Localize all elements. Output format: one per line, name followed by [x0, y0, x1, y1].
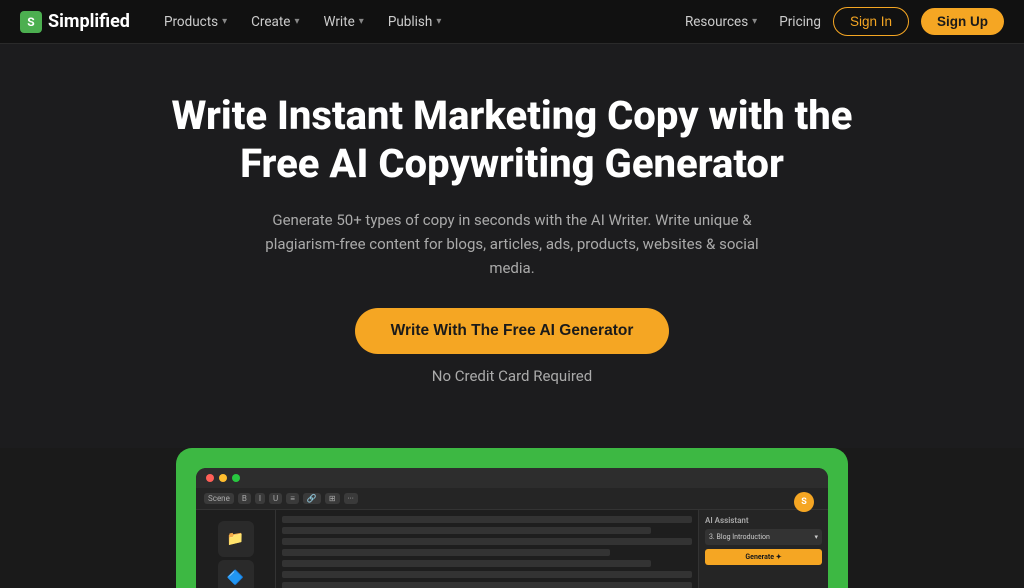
toolbar-more-btn[interactable]: ···: [344, 493, 358, 504]
logo-icon: S: [20, 11, 42, 33]
hero-section: Write Instant Marketing Copy with the Fr…: [0, 44, 1024, 448]
app-icon: S: [794, 492, 814, 512]
sidebar-projects-icon[interactable]: 📁: [218, 521, 254, 557]
nav-right: Resources ▾ Pricing Sign In Sign Up: [675, 7, 1004, 36]
window-minimize-dot: [219, 474, 227, 482]
nav-item-products[interactable]: Products ▾: [154, 8, 237, 36]
signup-button[interactable]: Sign Up: [921, 8, 1004, 35]
editor-line: [282, 549, 610, 556]
chevron-down-icon: ▾: [752, 16, 757, 27]
nav-item-pricing[interactable]: Pricing: [779, 14, 821, 30]
window-close-dot: [206, 474, 214, 482]
toolbar-img-btn[interactable]: ⊞: [325, 493, 340, 504]
nav-items: Products ▾ Create ▾ Write ▾ Publish ▾: [154, 8, 451, 36]
sidebar-panel: 📁 🔷 🖼 🔍 check plans: [196, 510, 276, 588]
ai-generate-button[interactable]: Generate ✦: [705, 549, 822, 565]
editor-line: [282, 538, 692, 545]
window-maximize-dot: [232, 474, 240, 482]
hero-heading: Write Instant Marketing Copy with the Fr…: [162, 92, 862, 188]
chevron-down-icon: ▾: [814, 533, 818, 541]
nav-item-create[interactable]: Create ▾: [241, 8, 309, 36]
sidebar-assets-icon[interactable]: 🔷: [218, 560, 254, 588]
editor-line: [282, 516, 692, 523]
chevron-down-icon: ▾: [294, 16, 299, 27]
toolbar-link-btn[interactable]: 🔗: [303, 493, 321, 504]
chevron-down-icon: ▾: [359, 16, 364, 27]
cta-button[interactable]: Write With The Free AI Generator: [355, 308, 670, 354]
ai-assistant-panel: AI Assistant 3. Blog Introduction ▾ Gene…: [698, 510, 828, 588]
toolbar-u-btn[interactable]: U: [269, 493, 282, 504]
nav-item-write[interactable]: Write ▾: [314, 8, 374, 36]
toolbar-align-btn[interactable]: ≡: [286, 493, 299, 504]
app-preview-section: Scene B I U ≡ 🔗 ⊞ ··· 📁 🔷 🖼 🔍 check plan…: [176, 448, 848, 588]
window-content: 📁 🔷 🖼 🔍 check plans: [196, 510, 828, 588]
editor-line: [282, 571, 692, 578]
hero-subtext: Generate 50+ types of copy in seconds wi…: [252, 208, 772, 280]
toolbar-scene-btn[interactable]: Scene: [204, 493, 234, 504]
logo[interactable]: S Simplified: [20, 11, 130, 33]
ai-panel-title: AI Assistant: [705, 516, 822, 525]
toolbar-b-btn[interactable]: B: [238, 493, 251, 504]
window-titlebar: [196, 468, 828, 488]
navbar: S Simplified Products ▾ Create ▾ Write ▾…: [0, 0, 1024, 44]
no-credit-text: No Credit Card Required: [432, 364, 592, 388]
toolbar-i-btn[interactable]: I: [255, 493, 265, 504]
editor-line: [282, 582, 692, 588]
nav-item-publish[interactable]: Publish ▾: [378, 8, 452, 36]
chevron-down-icon: ▾: [436, 16, 441, 27]
nav-item-resources[interactable]: Resources ▾: [675, 8, 767, 36]
window-toolbar: Scene B I U ≡ 🔗 ⊞ ···: [196, 488, 828, 510]
signin-button[interactable]: Sign In: [833, 7, 909, 36]
ai-option-select[interactable]: 3. Blog Introduction ▾: [705, 529, 822, 545]
editor-line: [282, 560, 651, 567]
app-window: Scene B I U ≡ 🔗 ⊞ ··· 📁 🔷 🖼 🔍 check plan…: [196, 468, 828, 588]
chevron-down-icon: ▾: [222, 16, 227, 27]
editor-line: [282, 527, 651, 534]
main-editor[interactable]: [276, 510, 698, 588]
nav-left: S Simplified Products ▾ Create ▾ Write ▾…: [20, 8, 451, 36]
logo-text: Simplified: [48, 11, 130, 32]
